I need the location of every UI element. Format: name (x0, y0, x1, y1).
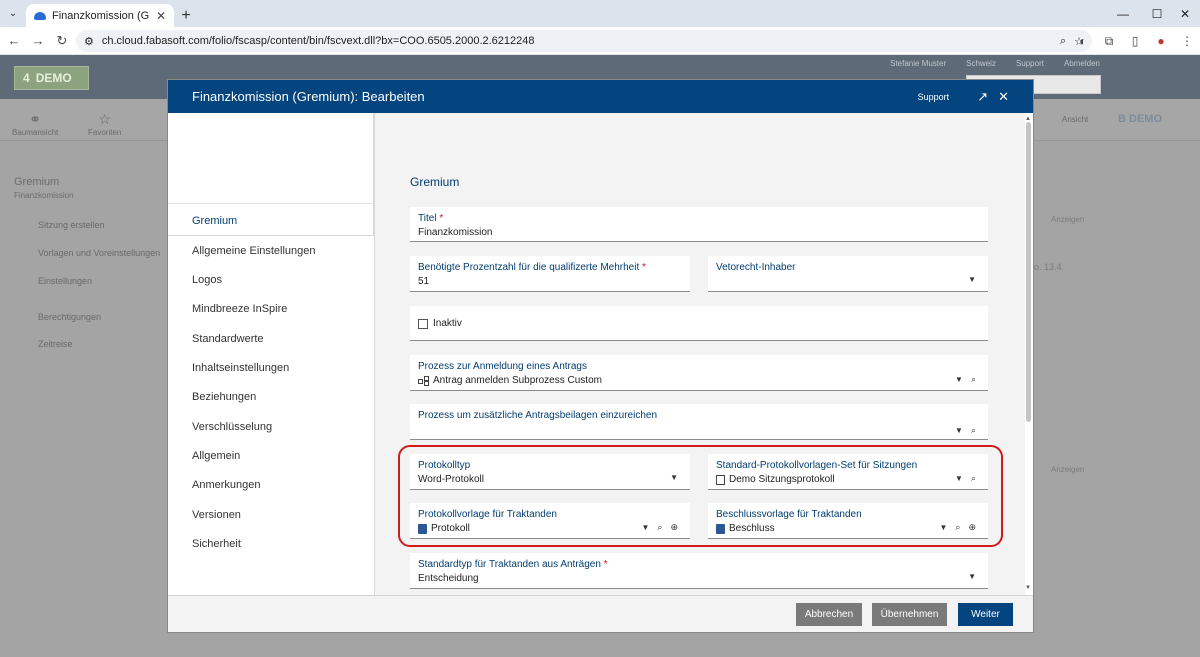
prozent-field[interactable]: Benötigte Prozentzahl für die qualifizer… (410, 256, 690, 292)
cloud-icon (34, 11, 46, 20)
titel-value: Finanzkomission (418, 227, 493, 238)
vetorecht-label: Vetorecht-Inhaber (716, 262, 796, 273)
dropdown-arrow-icon[interactable]: ▼ (955, 426, 963, 435)
nav-item-beziehungen[interactable]: Beziehungen (192, 391, 256, 403)
prozess-beilagen-label: Prozess um zusätzliche Antragsbeilagen e… (418, 410, 658, 421)
standardtyp-value: Entscheidung (418, 573, 479, 584)
cancel-button[interactable]: Abbrechen (796, 603, 862, 626)
nav-item-logos[interactable]: Logos (192, 274, 222, 286)
forward-icon[interactable]: → (26, 33, 50, 48)
time-travel-link[interactable]: Zeitreise (38, 339, 73, 349)
dropdown-arrow-icon[interactable]: ▼ (968, 572, 976, 581)
nav-item-anmerkungen[interactable]: Anmerkungen (192, 479, 261, 491)
nav-item-gremium[interactable]: Gremium (192, 215, 237, 227)
permissions-link[interactable]: Berechtigungen (38, 312, 101, 322)
apply-button[interactable]: Übernehmen (872, 603, 947, 626)
prozess-anmeldung-value: Antrag anmelden Subprozess Custom (433, 375, 602, 386)
standardtyp-label: Standardtyp für Traktanden aus Anträgen … (418, 559, 608, 570)
window-close-button[interactable]: ✕ (1166, 0, 1200, 27)
sidepanel-icon[interactable]: ▯ (1122, 34, 1148, 48)
tree-view-button[interactable]: ⚭ Baumansicht (12, 111, 58, 137)
site-info-icon[interactable]: ⚙ (84, 35, 94, 48)
scroll-down-icon[interactable]: ▼ (1025, 585, 1031, 591)
create-meeting-link[interactable]: Sitzung erstellen (38, 220, 105, 230)
back-icon[interactable]: ← (2, 33, 26, 48)
process-icon (418, 376, 429, 385)
browser-tab-strip: ⌄ Finanzkomission (Gremium): Be ✕ + (0, 0, 1200, 27)
dropdown-arrow-icon[interactable]: ▼ (968, 275, 976, 284)
templates-link[interactable]: Vorlagen und Voreinstellungen (38, 248, 160, 258)
user-link[interactable]: Stefanie Muster (890, 59, 946, 68)
support-link[interactable]: Support (918, 92, 950, 102)
dialog-title: Finanzkomission (Gremium): Bearbeiten (192, 89, 425, 104)
dialog-footer: Abbrechen Übernehmen Weiter (168, 595, 1033, 632)
titel-field[interactable]: Titel * Finanzkomission (410, 207, 988, 242)
nav-item-sicherheit[interactable]: Sicherheit (192, 538, 241, 550)
nav-item-standardwerte[interactable]: Standardwerte (192, 333, 264, 345)
nav-item-allgemein[interactable]: Allgemein (192, 450, 240, 462)
tab-search-icon[interactable]: ⌄ (0, 0, 26, 27)
nav-item-inhaltseinstellungen[interactable]: Inhaltseinstellungen (192, 362, 289, 374)
checkbox-icon[interactable] (418, 318, 428, 329)
profile-icon[interactable]: ● (1148, 34, 1174, 48)
vetorecht-select[interactable]: Vetorecht-Inhaber ▼ (708, 256, 988, 292)
nav-item-mindbreeze[interactable]: Mindbreeze InSpire (192, 303, 287, 315)
search-icon[interactable]: ⌕ (971, 374, 976, 385)
browser-tab[interactable]: Finanzkomission (Gremium): Be ✕ (26, 4, 174, 27)
settings-link[interactable]: Einstellungen (38, 276, 92, 286)
inaktiv-label: Inaktiv (433, 318, 462, 329)
puzzle-icon[interactable]: ⧉ (1096, 34, 1122, 49)
standardtyp-select[interactable]: Standardtyp für Traktanden aus Anträgen … (410, 553, 988, 589)
expand-icon[interactable]: ↗ (977, 89, 988, 105)
dropdown-arrow-icon[interactable]: ▼ (955, 375, 963, 384)
prozent-value: 51 (418, 276, 430, 287)
left-subtitle: Finanzkomission (14, 191, 74, 200)
right-date-text: o. 13.4. (1034, 262, 1065, 272)
prozent-label: Benötigte Prozentzahl für die qualifizer… (418, 262, 646, 273)
tab-title: Finanzkomission (Gremium): Be (52, 9, 150, 22)
menu-icon[interactable]: ⋮ (1174, 34, 1200, 48)
zoom-icon[interactable]: ⌕ (1060, 35, 1066, 48)
close-icon[interactable]: ✕ (998, 89, 1009, 105)
favorites-button[interactable]: ☆ Favoriten (88, 111, 121, 137)
inaktiv-field: Inaktiv (410, 306, 988, 341)
section-title: Gremium (410, 175, 460, 189)
dialog-header: Finanzkomission (Gremium): Bearbeiten Su… (168, 80, 1033, 113)
close-icon[interactable]: ✕ (156, 9, 166, 23)
url-text: ch.cloud.fabasoft.com/folio/fscasp/conte… (101, 35, 535, 47)
browser-toolbar: ← → ↻ ⚙ ch.cloud.fabasoft.com/folio/fsca… (0, 27, 1200, 55)
show-link-2[interactable]: Anzeigen (1051, 465, 1084, 474)
minimize-button[interactable]: — (1104, 0, 1142, 27)
inaktiv-checkbox[interactable]: Inaktiv (418, 318, 462, 329)
dialog-nav: Gremium Allgemeine Einstellungen Logos M… (168, 113, 376, 595)
app-logo: 4 DEMO (14, 66, 89, 90)
app-right-panel: Anzeigen o. 13.4. Anzeigen (1033, 141, 1200, 657)
scrollbar-thumb[interactable] (1026, 122, 1031, 422)
titel-label: Titel * (418, 213, 444, 224)
app-left-panel: Gremium Finanzkomission Sitzung erstelle… (0, 141, 168, 657)
new-tab-button[interactable]: + (174, 4, 198, 27)
prozess-beilagen-field[interactable]: Prozess um zusätzliche Antragsbeilagen e… (410, 404, 988, 440)
left-title: Gremium (14, 176, 60, 188)
nav-item-allgemeine-einstellungen[interactable]: Allgemeine Einstellungen (192, 245, 316, 257)
view-button[interactable]: Ansicht (1062, 115, 1088, 124)
extension-icon[interactable]: ◐ (1070, 34, 1096, 48)
highlight-annotation (398, 445, 1003, 547)
next-button[interactable]: Weiter (958, 603, 1013, 626)
region-link[interactable]: Schweiz (966, 59, 996, 68)
nav-item-verschluesselung[interactable]: Verschlüsselung (192, 421, 272, 433)
demo-badge: B DEMO (1118, 113, 1162, 125)
show-link-1[interactable]: Anzeigen (1051, 215, 1084, 224)
reload-icon[interactable]: ↻ (50, 33, 74, 49)
search-icon[interactable]: ⌕ (971, 425, 976, 436)
logout-link[interactable]: Abmelden (1064, 59, 1100, 68)
prozess-anmeldung-label: Prozess zur Anmeldung eines Antrags (418, 361, 587, 372)
nav-header-space (168, 113, 375, 204)
edit-dialog: Finanzkomission (Gremium): Bearbeiten Su… (168, 80, 1033, 632)
prozess-anmeldung-field[interactable]: Prozess zur Anmeldung eines Antrags Antr… (410, 355, 988, 391)
nav-item-versionen[interactable]: Versionen (192, 509, 241, 521)
support-link[interactable]: Support (1016, 59, 1044, 68)
app-top-links: Stefanie Muster Schweiz Support Abmelden (890, 59, 1100, 68)
address-bar[interactable]: ⚙ ch.cloud.fabasoft.com/folio/fscasp/con… (76, 30, 1092, 52)
